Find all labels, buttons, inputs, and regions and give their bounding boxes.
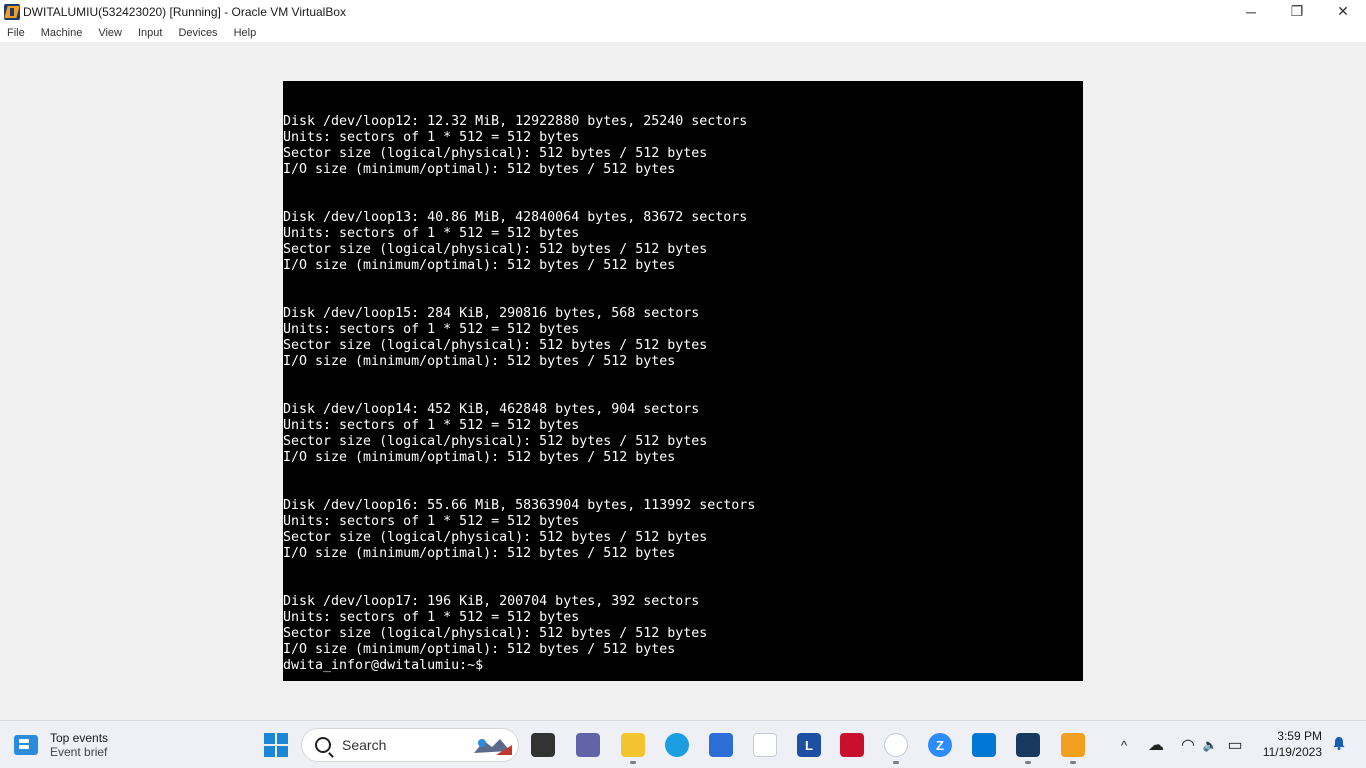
start-icon-tile (264, 733, 275, 744)
terminal-output: Disk /dev/loop12: 12.32 MiB, 12922880 by… (283, 114, 755, 674)
microsoft-store-icon[interactable] (709, 733, 733, 757)
terminal-line: Sector size (logical/physical): 512 byte… (283, 530, 708, 545)
terminal-line: I/O size (minimum/optimal): 512 bytes / … (283, 354, 676, 369)
file-explorer-icon[interactable] (621, 733, 645, 757)
volume-icon[interactable]: 🔈 (1201, 733, 1219, 757)
system-clock[interactable]: 3:59 PM 11/19/2023 (1263, 728, 1322, 760)
terminal-line: Units: sectors of 1 * 512 = 512 bytes (283, 418, 580, 433)
clock-time: 3:59 PM (1277, 729, 1322, 743)
terminal-line: I/O size (minimum/optimal): 512 bytes / … (283, 162, 676, 177)
menu-bar: File Machine View Input Devices Help (0, 23, 1366, 42)
close-button[interactable]: ✕ (1320, 0, 1366, 23)
menu-machine[interactable]: Machine (33, 27, 91, 39)
terminal-line: Units: sectors of 1 * 512 = 512 bytes (283, 322, 580, 337)
start-icon-tile (277, 733, 288, 744)
l-app-icon[interactable]: L (797, 733, 821, 757)
menu-input[interactable]: Input (130, 27, 170, 39)
terminal-line: Sector size (logical/physical): 512 byte… (283, 626, 708, 641)
menu-devices[interactable]: Devices (170, 27, 225, 39)
terminal-line: I/O size (minimum/optimal): 512 bytes / … (283, 546, 676, 561)
widget-subtitle: Event brief (50, 745, 108, 759)
terminal-line: Sector size (logical/physical): 512 byte… (283, 146, 708, 161)
terminal-line: Units: sectors of 1 * 512 = 512 bytes (283, 130, 580, 145)
notification-bell-icon[interactable] (1332, 736, 1346, 750)
teams-chat-icon[interactable] (576, 733, 600, 757)
terminal-line: Sector size (logical/physical): 512 byte… (283, 338, 708, 353)
virtualbox-vm-icon[interactable] (1061, 733, 1085, 757)
menu-file[interactable]: File (0, 27, 33, 39)
task-view-icon[interactable] (531, 733, 555, 757)
terminal-line: Units: sectors of 1 * 512 = 512 bytes (283, 226, 580, 241)
wifi-icon[interactable]: ◠ (1178, 733, 1198, 757)
onedrive-cloud-icon[interactable]: ☁ (1146, 733, 1166, 757)
taskbar: Top events Event brief Search L Z ^ ☁ ◠ 🔈… (0, 720, 1366, 768)
terminal-line: Units: sectors of 1 * 512 = 512 bytes (283, 514, 580, 529)
vm-console-screen[interactable]: Disk /dev/loop12: 12.32 MiB, 12922880 by… (283, 81, 1083, 681)
mcafee-icon[interactable] (840, 733, 864, 757)
vscode-icon[interactable] (972, 733, 996, 757)
battery-icon[interactable]: ▭ (1225, 733, 1245, 757)
window-controls: ─ ❐ ✕ (1228, 0, 1366, 23)
terminal-line: Disk /dev/loop14: 452 KiB, 462848 bytes,… (283, 402, 700, 417)
terminal-line: Units: sectors of 1 * 512 = 512 bytes (283, 610, 580, 625)
edge-browser-icon[interactable] (665, 733, 689, 757)
terminal-line: dwita_infor@dwitalumiu:~$ (283, 658, 484, 673)
widget-title: Top events (50, 731, 109, 745)
terminal-line: Disk /dev/loop16: 55.66 MiB, 58363904 by… (283, 498, 756, 513)
search-label: Search (342, 737, 387, 753)
chrome-icon[interactable] (884, 733, 908, 757)
show-hidden-icons-chevron[interactable]: ^ (1115, 733, 1133, 757)
window-title-bar: DWITALUMIU(532423020) [Running] - Oracle… (0, 0, 1366, 23)
menu-help[interactable]: Help (226, 27, 265, 39)
search-icon (315, 737, 331, 753)
virtualbox-icon[interactable] (1016, 733, 1040, 757)
running-indicator (1025, 761, 1031, 764)
terminal-line: Sector size (logical/physical): 512 byte… (283, 242, 708, 257)
virtualbox-app-icon (4, 3, 20, 20)
running-indicator (1070, 761, 1076, 764)
minimize-button[interactable]: ─ (1228, 0, 1274, 23)
taskbar-search-box[interactable]: Search (301, 728, 519, 762)
menu-view[interactable]: View (90, 27, 130, 39)
terminal-line: Disk /dev/loop17: 196 KiB, 200704 bytes,… (283, 594, 700, 609)
running-indicator (630, 761, 636, 764)
window-title: DWITALUMIU(532423020) [Running] - Oracle… (23, 4, 347, 19)
dropbox-icon[interactable] (753, 733, 777, 757)
start-button[interactable] (264, 733, 288, 757)
clock-date: 11/19/2023 (1262, 745, 1322, 759)
terminal-line: Disk /dev/loop12: 12.32 MiB, 12922880 by… (283, 114, 748, 129)
terminal-line: I/O size (minimum/optimal): 512 bytes / … (283, 450, 676, 465)
widgets-icon (14, 735, 38, 755)
running-indicator (893, 761, 899, 764)
widgets-button[interactable]: Top events Event brief (14, 727, 108, 763)
terminal-line: Sector size (logical/physical): 512 byte… (283, 434, 708, 449)
start-icon-tile (264, 746, 275, 757)
restore-button[interactable]: ❐ (1274, 0, 1320, 23)
search-highlight-icon (474, 739, 512, 755)
terminal-line: Disk /dev/loop13: 40.86 MiB, 42840064 by… (283, 210, 748, 225)
terminal-line: Disk /dev/loop15: 284 KiB, 290816 bytes,… (283, 306, 700, 321)
zoom-icon[interactable]: Z (928, 733, 952, 757)
terminal-line: I/O size (minimum/optimal): 512 bytes / … (283, 642, 676, 657)
start-icon-tile (277, 746, 288, 757)
terminal-line: I/O size (minimum/optimal): 512 bytes / … (283, 258, 676, 273)
